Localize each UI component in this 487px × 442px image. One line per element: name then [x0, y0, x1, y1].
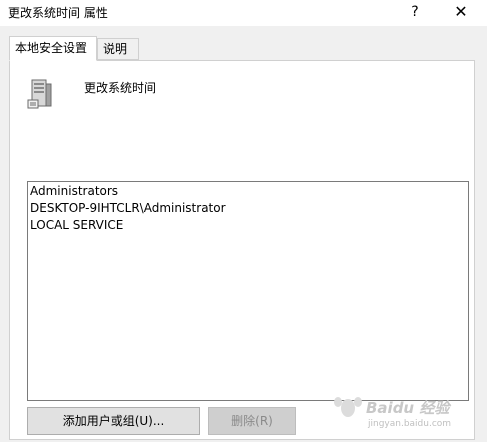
- list-item[interactable]: LOCAL SERVICE: [30, 217, 466, 234]
- tab-local-security-setting[interactable]: 本地安全设置: [9, 36, 97, 61]
- list-item[interactable]: Administrators: [30, 183, 466, 200]
- help-button[interactable]: ?: [405, 2, 425, 22]
- watermark-subtext: jingyan.baidu.com: [368, 419, 452, 429]
- list-item[interactable]: DESKTOP-9IHTCLR\Administrator: [30, 200, 466, 217]
- title-bar: 更改系统时间 属性 ? ✕: [0, 0, 487, 26]
- add-user-or-group-button[interactable]: 添加用户或组(U)...: [27, 407, 200, 435]
- tab-explain[interactable]: 说明: [97, 38, 139, 60]
- policy-name: 更改系统时间: [84, 81, 157, 95]
- principal-listbox[interactable]: Administrators DESKTOP-9IHTCLR\Administr…: [27, 181, 469, 401]
- close-button[interactable]: ✕: [449, 2, 473, 22]
- window-title: 更改系统时间 属性: [8, 6, 108, 20]
- watermark-text: Baidu 经验: [366, 399, 450, 417]
- remove-button[interactable]: 删除(R): [208, 407, 296, 435]
- server-policy-icon: [27, 79, 52, 109]
